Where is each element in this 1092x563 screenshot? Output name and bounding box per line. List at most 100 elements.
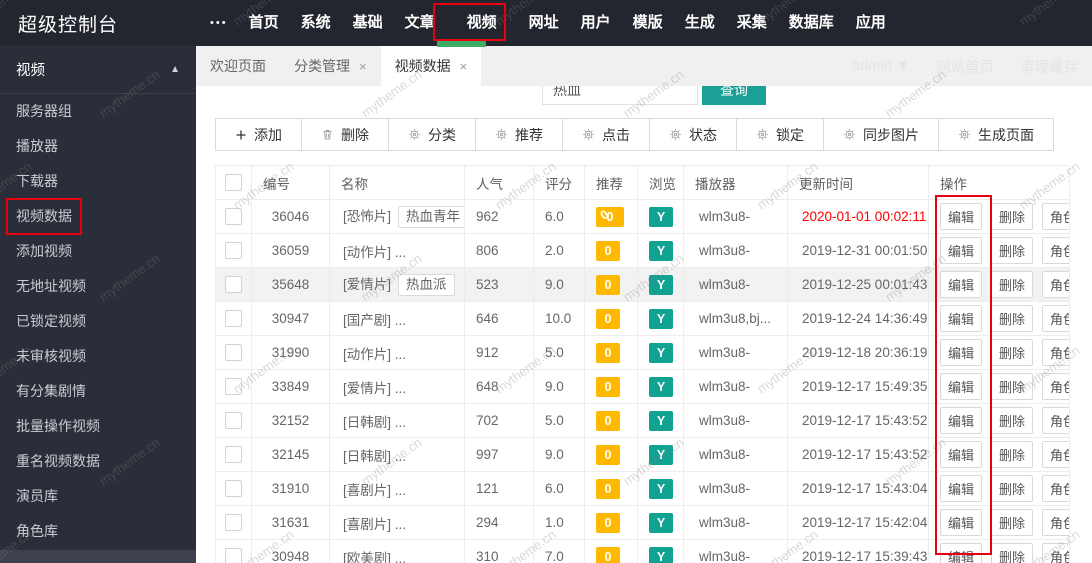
nav-item[interactable]: 首页 bbox=[238, 0, 290, 46]
views-badge[interactable]: Y bbox=[649, 512, 673, 533]
row-checkbox[interactable] bbox=[225, 548, 242, 563]
row-action-删除[interactable]: 删除 bbox=[991, 475, 1034, 502]
recommend-badge[interactable]: 00 bbox=[596, 206, 624, 227]
nav-item[interactable]: 文章 bbox=[394, 0, 446, 46]
nav-item[interactable]: 用户 bbox=[570, 0, 622, 46]
row-checkbox[interactable] bbox=[225, 514, 242, 531]
toolbar-button-状态[interactable]: 状态 bbox=[649, 118, 737, 151]
recommend-badge[interactable]: 0 bbox=[596, 410, 620, 431]
sidebar-item[interactable]: 播放器 bbox=[0, 129, 196, 164]
row-action-角色[interactable]: 角色 bbox=[1042, 509, 1069, 536]
row-action-编辑[interactable]: 编辑 bbox=[940, 271, 983, 298]
tab[interactable]: 视频数据 × bbox=[380, 46, 482, 86]
views-badge[interactable]: Y bbox=[649, 410, 673, 431]
tab[interactable]: 分类管理 × bbox=[280, 46, 381, 86]
toolbar-button-删除[interactable]: 删除 bbox=[301, 118, 389, 151]
sidebar-item[interactable]: 演员库 bbox=[0, 479, 196, 514]
views-badge[interactable]: Y bbox=[649, 444, 673, 465]
close-tab-icon[interactable]: × bbox=[359, 59, 367, 74]
nav-item[interactable]: 模版 bbox=[622, 0, 674, 46]
sidebar-item[interactable]: 服务器组 bbox=[0, 94, 196, 129]
toolbar-button-同步图片[interactable]: 同步图片 bbox=[823, 118, 939, 151]
row-action-编辑[interactable]: 编辑 bbox=[940, 305, 983, 332]
row-action-角色[interactable]: 角色 bbox=[1042, 373, 1069, 400]
toolbar-button-锁定[interactable]: 锁定 bbox=[736, 118, 824, 151]
more-menu-icon[interactable]: ••• bbox=[210, 17, 228, 29]
views-badge[interactable]: Y bbox=[649, 376, 673, 397]
sidebar-item[interactable]: 批量操作视频 bbox=[0, 409, 196, 444]
row-action-编辑[interactable]: 编辑 bbox=[940, 475, 983, 502]
row-action-删除[interactable]: 删除 bbox=[991, 543, 1034, 563]
row-action-编辑[interactable]: 编辑 bbox=[940, 441, 983, 468]
close-tab-icon[interactable]: × bbox=[460, 59, 468, 74]
sidebar-group-header[interactable]: 视频 ▲ bbox=[0, 46, 196, 94]
recommend-badge[interactable]: 0 bbox=[596, 240, 620, 261]
nav-item[interactable]: 基础 bbox=[342, 0, 394, 46]
row-action-删除[interactable]: 删除 bbox=[991, 237, 1034, 264]
row-action-角色[interactable]: 角色 bbox=[1042, 407, 1069, 434]
row-action-删除[interactable]: 删除 bbox=[991, 203, 1034, 230]
nav-item[interactable]: 应用 bbox=[845, 0, 897, 46]
row-action-删除[interactable]: 删除 bbox=[991, 373, 1034, 400]
header-link[interactable]: 网站首页 bbox=[936, 56, 994, 77]
row-action-编辑[interactable]: 编辑 bbox=[940, 203, 983, 230]
views-badge[interactable]: Y bbox=[649, 546, 673, 563]
row-checkbox[interactable] bbox=[225, 310, 242, 327]
row-action-删除[interactable]: 删除 bbox=[991, 305, 1034, 332]
row-action-角色[interactable]: 角色 bbox=[1042, 543, 1069, 563]
row-action-删除[interactable]: 删除 bbox=[991, 441, 1034, 468]
views-badge[interactable]: Y bbox=[649, 342, 673, 363]
row-action-角色[interactable]: 角色 bbox=[1042, 305, 1069, 332]
tab[interactable]: 欢迎页面 bbox=[196, 46, 280, 86]
views-badge[interactable]: Y bbox=[649, 308, 673, 329]
row-action-删除[interactable]: 删除 bbox=[991, 509, 1034, 536]
nav-item[interactable]: 网址 bbox=[518, 0, 570, 46]
sidebar-item[interactable]: 角色库 bbox=[0, 514, 196, 549]
row-checkbox[interactable] bbox=[225, 378, 242, 395]
views-badge[interactable]: Y bbox=[649, 478, 673, 499]
sidebar-item[interactable]: 有分集剧情 bbox=[0, 374, 196, 409]
row-checkbox[interactable] bbox=[225, 276, 242, 293]
row-checkbox[interactable] bbox=[225, 480, 242, 497]
sidebar-item[interactable]: 已锁定视频 bbox=[0, 304, 196, 339]
toolbar-button-点击[interactable]: 点击 bbox=[562, 118, 650, 151]
select-all-checkbox[interactable] bbox=[225, 174, 242, 191]
recommend-badge[interactable]: 0 bbox=[596, 444, 620, 465]
row-checkbox[interactable] bbox=[225, 446, 242, 463]
row-action-删除[interactable]: 删除 bbox=[991, 339, 1034, 366]
nav-item[interactable]: 视频 bbox=[456, 0, 508, 46]
sidebar-item[interactable]: 下载器 bbox=[0, 164, 196, 199]
views-badge[interactable]: Y bbox=[649, 206, 673, 227]
views-badge[interactable]: Y bbox=[649, 240, 673, 261]
row-action-编辑[interactable]: 编辑 bbox=[940, 237, 983, 264]
row-action-角色[interactable]: 角色 bbox=[1042, 271, 1069, 298]
row-checkbox[interactable] bbox=[225, 344, 242, 361]
recommend-badge[interactable]: 0 bbox=[596, 546, 620, 563]
row-action-角色[interactable]: 角色 bbox=[1042, 237, 1069, 264]
toolbar-button-添加[interactable]: 添加 bbox=[215, 118, 302, 151]
video-title-box[interactable]: 热血派 bbox=[398, 274, 455, 296]
row-action-角色[interactable]: 角色 bbox=[1042, 475, 1069, 502]
nav-item[interactable]: 系统 bbox=[290, 0, 342, 46]
row-action-编辑[interactable]: 编辑 bbox=[940, 339, 983, 366]
toolbar-button-分类[interactable]: 分类 bbox=[388, 118, 476, 151]
row-action-编辑[interactable]: 编辑 bbox=[940, 543, 983, 563]
toolbar-button-生成页面[interactable]: 生成页面 bbox=[938, 118, 1054, 151]
sidebar-item[interactable]: 视频数据 bbox=[0, 199, 196, 234]
recommend-badge[interactable]: 0 bbox=[596, 342, 620, 363]
views-badge[interactable]: Y bbox=[649, 274, 673, 295]
sidebar-item[interactable]: 无地址视频 bbox=[0, 269, 196, 304]
nav-item[interactable]: 采集 bbox=[726, 0, 778, 46]
row-action-编辑[interactable]: 编辑 bbox=[940, 407, 983, 434]
recommend-badge[interactable]: 0 bbox=[596, 376, 620, 397]
video-title-box[interactable]: 热血青年 bbox=[398, 206, 464, 228]
row-action-编辑[interactable]: 编辑 bbox=[940, 373, 983, 400]
row-action-删除[interactable]: 删除 bbox=[991, 271, 1034, 298]
sidebar-item[interactable]: 重名视频数据 bbox=[0, 444, 196, 479]
sidebar-item[interactable]: 未审核视频 bbox=[0, 339, 196, 374]
nav-item[interactable]: 生成 bbox=[674, 0, 726, 46]
row-action-编辑[interactable]: 编辑 bbox=[940, 509, 983, 536]
row-checkbox[interactable] bbox=[225, 208, 242, 225]
row-action-角色[interactable]: 角色 bbox=[1042, 339, 1069, 366]
recommend-badge[interactable]: 0 bbox=[596, 512, 620, 533]
